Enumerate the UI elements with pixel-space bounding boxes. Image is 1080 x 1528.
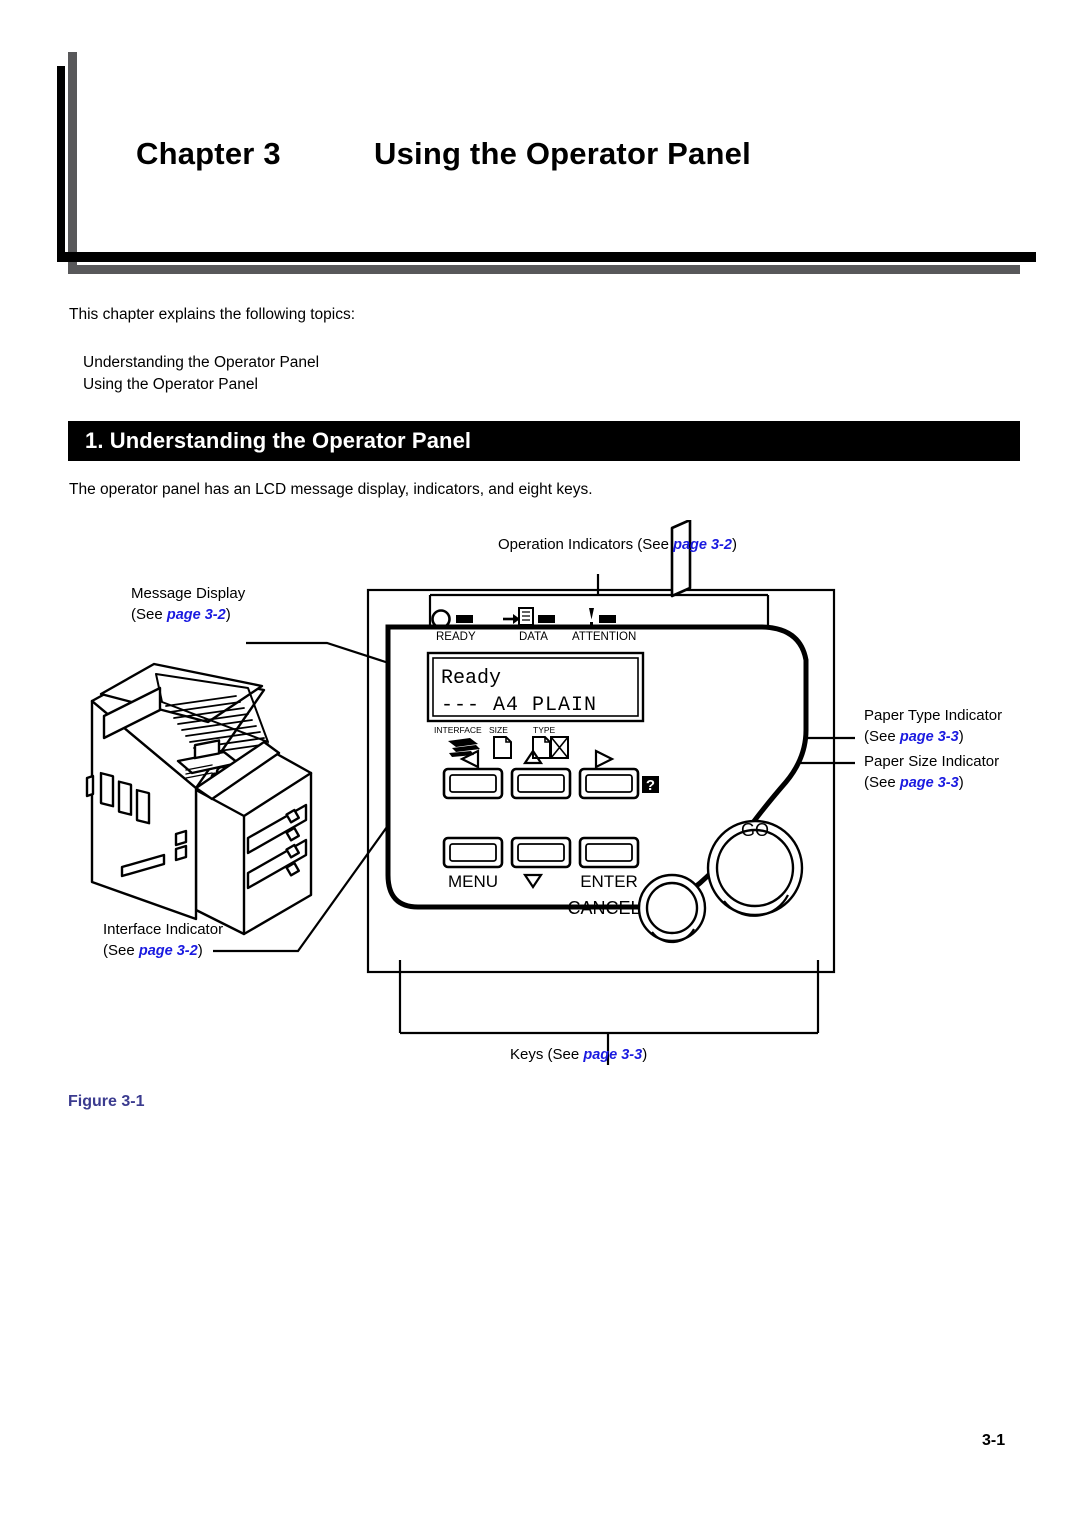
- topic-item: Understanding the Operator Panel: [83, 354, 320, 371]
- enter-key[interactable]: [578, 836, 640, 869]
- callout-line1: Interface Indicator: [103, 921, 224, 938]
- lcd-line-1: Ready: [441, 667, 501, 690]
- callout-line2: (See page 3-3): [864, 772, 999, 794]
- size-icon-label: SIZE: [489, 725, 508, 735]
- chapter-title: Using the Operator Panel: [374, 136, 751, 171]
- callout-line1: Message Display: [131, 585, 246, 602]
- callout-message-display: Message Display (See page 3-2): [131, 583, 245, 626]
- help-badge-label: ?: [646, 777, 655, 794]
- callout-line2: (See page 3-3): [864, 726, 1002, 748]
- interface-icon-label: INTERFACE: [434, 725, 482, 735]
- callout-keys: Keys (See page 3-3): [510, 1044, 647, 1066]
- cancel-key-label: CANCEL: [567, 898, 640, 918]
- callout-open: (See: [131, 606, 167, 623]
- cancel-key[interactable]: [637, 873, 707, 944]
- callout-text: Operation Indicators (See: [498, 536, 674, 553]
- menu-key[interactable]: [442, 836, 504, 869]
- menu-key-label: MENU: [448, 872, 498, 891]
- header-rule-inner-vertical: [57, 66, 65, 258]
- xref-link[interactable]: page 3-2: [673, 537, 732, 553]
- callout-open: (See: [864, 728, 900, 745]
- enter-key-label: ENTER: [580, 872, 638, 891]
- page-number: 3-1: [982, 1432, 1006, 1449]
- callout-close: ): [958, 774, 964, 791]
- data-led-icon: [538, 615, 555, 623]
- callout-open: (See: [864, 774, 900, 791]
- callout-interface-indicator: Interface Indicator (See page 3-2): [103, 919, 223, 962]
- callout-close: ): [958, 728, 964, 745]
- data-label: DATA: [519, 631, 548, 643]
- callout-close: ): [642, 1046, 648, 1063]
- ready-led-icon: [456, 615, 473, 623]
- xref-link[interactable]: page 3-3: [900, 729, 959, 745]
- printer-illustration: [85, 662, 313, 936]
- figure-operator-panel: Operation Indicators (See page 3-2) Mess…: [0, 520, 1080, 1100]
- callout-operation-indicators: Operation Indicators (See page 3-2): [498, 534, 737, 556]
- lcd-line-2: --- A4 PLAIN: [441, 694, 597, 717]
- help-badge-icon: ?: [642, 776, 659, 794]
- header-rule-outer-vertical: [68, 52, 77, 274]
- ready-label: READY: [436, 631, 476, 643]
- xref-link[interactable]: page 3-2: [167, 607, 226, 623]
- status-icon-row: INTERFACE SIZE TYPE: [434, 725, 569, 759]
- callout-close: ): [197, 942, 203, 959]
- attention-led-icon: [599, 615, 616, 623]
- callout-close: ): [731, 536, 737, 553]
- callout-open: (See: [103, 942, 139, 959]
- xref-link[interactable]: page 3-3: [900, 775, 959, 791]
- topic-item: Using the Operator Panel: [83, 376, 258, 393]
- header-rule-outer-horizontal: [68, 265, 1020, 274]
- header-rule-inner-horizontal: [57, 252, 1036, 262]
- attention-exclamation-icon: [589, 608, 594, 626]
- intro-paragraph: This chapter explains the following topi…: [69, 306, 356, 323]
- xref-link[interactable]: page 3-2: [139, 943, 198, 959]
- lcd-message-display: Ready --- A4 PLAIN: [426, 651, 645, 723]
- type-icon-label: TYPE: [533, 725, 556, 735]
- section-heading-bar: 1. Understanding the Operator Panel: [68, 421, 1020, 461]
- xref-link[interactable]: page 3-3: [583, 1047, 642, 1063]
- paper-type-icon: [532, 736, 569, 759]
- chapter-header: Chapter 3 Using the Operator Panel: [0, 0, 1080, 300]
- callout-paper-type-indicator: Paper Type Indicator (See page 3-3): [864, 705, 1002, 748]
- section-heading-label: 1. Understanding the Operator Panel: [85, 428, 472, 453]
- callout-line1: Paper Size Indicator: [864, 753, 1000, 770]
- attention-label: ATTENTION: [572, 631, 636, 643]
- callout-line2: (See page 3-2): [131, 604, 245, 626]
- callout-line1: Paper Type Indicator: [864, 707, 1003, 724]
- chapter-label: Chapter 3: [136, 136, 281, 171]
- paper-size-icon: [493, 736, 512, 759]
- topics-list: Understanding the Operator Panel Using t…: [83, 352, 319, 396]
- callout-close: ): [225, 606, 231, 623]
- callout-paper-size-indicator: Paper Size Indicator (See page 3-3): [864, 751, 999, 794]
- figure-caption: Figure 3-1: [68, 1093, 145, 1110]
- callout-text: Keys (See: [510, 1046, 584, 1063]
- go-key-label: GO: [741, 820, 769, 840]
- section-intro-paragraph: The operator panel has an LCD message di…: [69, 481, 593, 498]
- callout-line2: (See page 3-2): [103, 940, 223, 962]
